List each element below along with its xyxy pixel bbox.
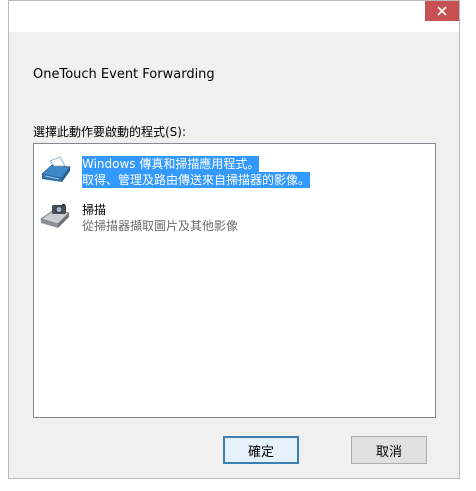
cancel-button[interactable]: 取消 <box>351 436 427 464</box>
fax-scan-icon <box>38 154 72 186</box>
close-button[interactable] <box>425 1 459 21</box>
dialog-title: OneTouch Event Forwarding <box>33 67 215 82</box>
program-item-windows-fax-scan[interactable]: Windows 傳真和掃描應用程式。 取得、管理及路由傳送來自掃描器的影像。 <box>34 148 435 192</box>
dialog-window: OneTouch Event Forwarding 選擇此動作要啟動的程式(S)… <box>8 0 460 479</box>
ok-button[interactable]: 確定 <box>223 436 299 464</box>
title-bar <box>9 1 459 32</box>
program-listbox[interactable]: Windows 傳真和掃描應用程式。 取得、管理及路由傳送來自掃描器的影像。 掃… <box>33 143 436 418</box>
program-name: Windows 傳真和掃描應用程式。 <box>82 156 260 172</box>
program-description: 從掃描器擷取圖片及其他影像 <box>82 219 239 233</box>
program-name: 掃描 <box>82 203 107 217</box>
program-list-label: 選擇此動作要啟動的程式(S): <box>33 125 187 139</box>
program-description: 取得、管理及路由傳送來自掃描器的影像。 <box>82 172 311 188</box>
program-item-scan[interactable]: 掃描 從掃描器擷取圖片及其他影像 <box>34 194 435 238</box>
scanner-camera-icon <box>38 200 72 232</box>
close-icon <box>437 6 447 16</box>
